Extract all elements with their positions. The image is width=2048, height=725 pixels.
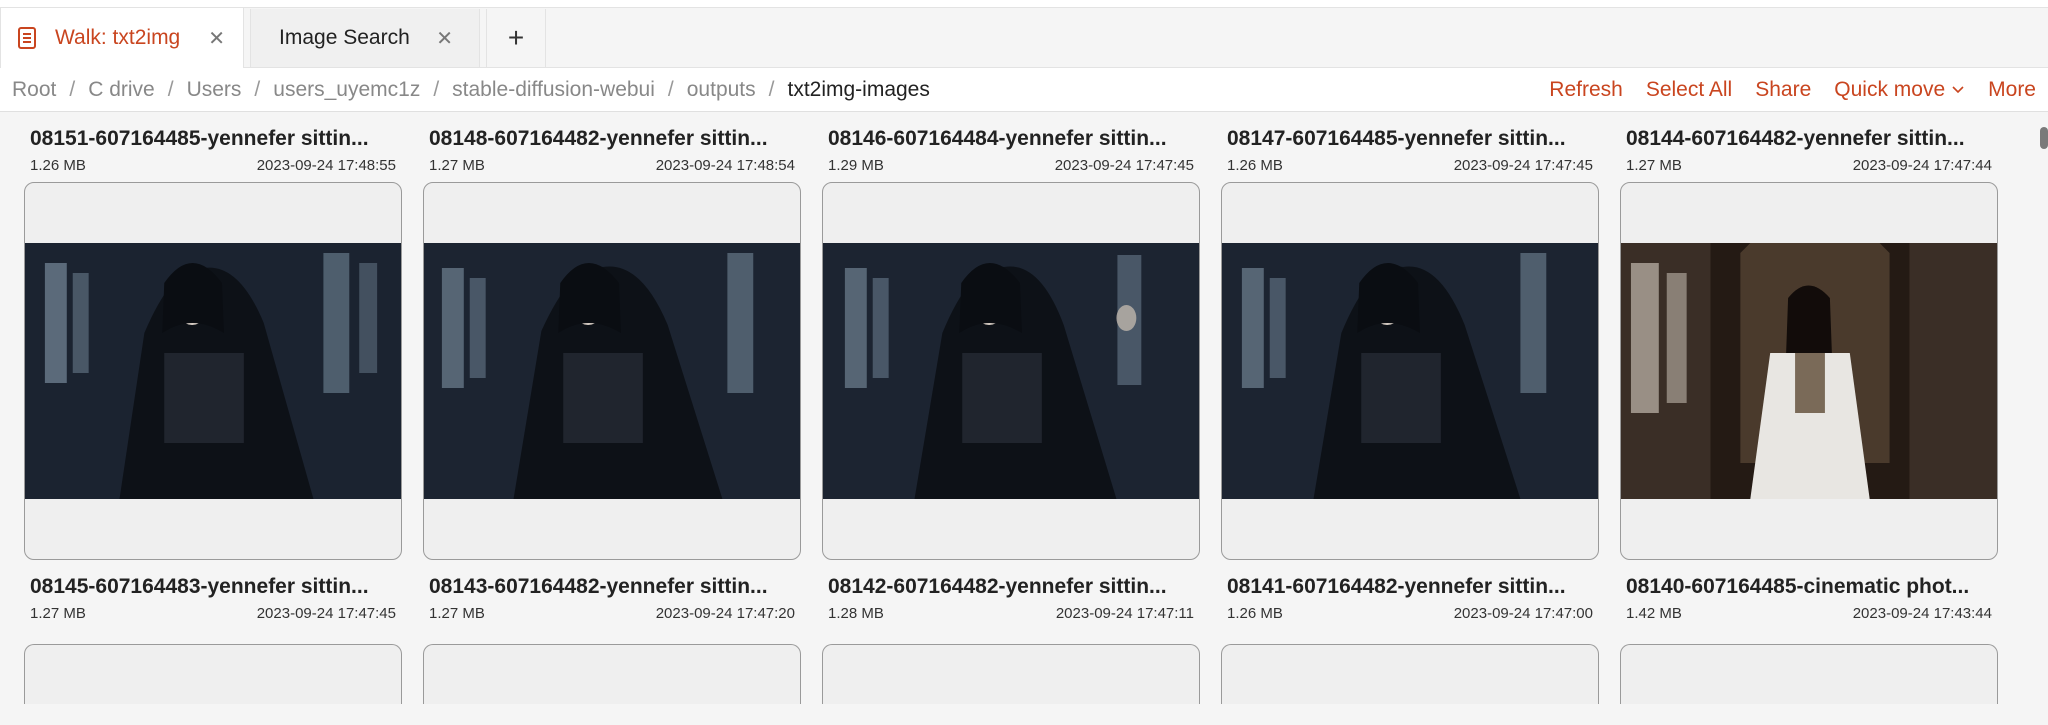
share-button[interactable]: Share	[1755, 78, 1811, 102]
breadcrumb-current[interactable]: txt2img-images	[787, 78, 929, 102]
file-meta[interactable]: 08151-607164485-yennefer sittin... 1.26 …	[24, 127, 402, 182]
file-date: 2023-09-24 17:47:45	[1453, 157, 1593, 174]
file-size: 1.29 MB	[828, 157, 884, 174]
tab-bar: Walk: txt2img ✕ Image Search ✕ +	[0, 8, 2048, 68]
file-size: 1.28 MB	[828, 605, 884, 622]
image-card[interactable]	[1221, 644, 1599, 704]
image-card[interactable]	[423, 182, 801, 560]
breadcrumb-item[interactable]: outputs	[687, 78, 756, 102]
window-top-edge	[0, 0, 2048, 8]
chevron-down-icon	[1952, 85, 1964, 93]
tab-image-search[interactable]: Image Search ✕	[250, 9, 481, 67]
tab-label: Image Search	[279, 26, 410, 49]
close-icon[interactable]: ✕	[208, 26, 225, 51]
file-date: 2023-09-24 17:47:00	[1453, 605, 1593, 622]
close-icon[interactable]: ✕	[436, 26, 453, 51]
image-card[interactable]	[24, 644, 402, 704]
file-meta[interactable]: 08142-607164482-yennefer sittin... 1.28 …	[822, 575, 1200, 630]
file-size: 1.27 MB	[1626, 157, 1682, 174]
breadcrumb-item[interactable]: stable-diffusion-webui	[452, 78, 655, 102]
image-card[interactable]	[1221, 182, 1599, 560]
file-name: 08144-607164482-yennefer sittin...	[1626, 127, 1965, 150]
file-date: 2023-09-24 17:43:44	[1852, 605, 1992, 622]
path-toolbar: Root / C drive / Users / users_uyemc1z / sta…	[0, 68, 2048, 112]
vertical-scrollbar[interactable]	[2040, 127, 2048, 149]
add-tab-button[interactable]: +	[486, 9, 547, 67]
thumbnail-row-partial	[24, 644, 2024, 704]
file-size: 1.27 MB	[429, 605, 485, 622]
refresh-button[interactable]: Refresh	[1549, 78, 1623, 102]
file-meta[interactable]: 08147-607164485-yennefer sittin... 1.26 …	[1221, 127, 1599, 182]
file-name: 08146-607164484-yennefer sittin...	[828, 127, 1167, 150]
breadcrumb: Root / C drive / Users / users_uyemc1z / sta…	[12, 77, 930, 102]
file-name: 08145-607164483-yennefer sittin...	[30, 575, 369, 598]
file-meta[interactable]: 08143-607164482-yennefer sittin... 1.27 …	[423, 575, 801, 630]
more-button[interactable]: More	[1988, 78, 2036, 102]
image-thumbnail	[424, 243, 800, 499]
file-date: 2023-09-24 17:47:45	[256, 605, 396, 622]
quick-move-dropdown[interactable]: Quick move	[1834, 78, 1965, 102]
tab-walk-txt2img[interactable]: Walk: txt2img ✕	[0, 8, 245, 68]
breadcrumb-item[interactable]: users_uyemc1z	[273, 78, 420, 102]
file-meta[interactable]: 08148-607164482-yennefer sittin... 1.27 …	[423, 127, 801, 182]
file-size: 1.27 MB	[30, 605, 86, 622]
image-thumbnail	[1222, 243, 1598, 499]
file-date: 2023-09-24 17:47:20	[655, 605, 795, 622]
file-meta[interactable]: 08141-607164482-yennefer sittin... 1.26 …	[1221, 575, 1599, 630]
file-date: 2023-09-24 17:48:54	[655, 157, 795, 174]
file-size: 1.42 MB	[1626, 605, 1682, 622]
file-list-icon	[17, 26, 37, 50]
image-thumbnail	[823, 243, 1199, 499]
breadcrumb-item[interactable]: C drive	[88, 78, 155, 102]
file-name: 08147-607164485-yennefer sittin...	[1227, 127, 1566, 150]
file-grid: 08151-607164485-yennefer sittin... 1.26 …	[0, 112, 2048, 704]
thumbnail-row	[24, 182, 2024, 560]
toolbar-actions: Refresh Select All Share Quick move More	[1549, 78, 2036, 102]
file-name: 08142-607164482-yennefer sittin...	[828, 575, 1167, 598]
file-date: 2023-09-24 17:47:44	[1852, 157, 1992, 174]
file-meta[interactable]: 08144-607164482-yennefer sittin... 1.27 …	[1620, 127, 1998, 182]
file-name: 08140-607164485-cinematic phot...	[1626, 575, 1970, 598]
breadcrumb-item[interactable]: Users	[187, 78, 242, 102]
file-name: 08148-607164482-yennefer sittin...	[429, 127, 768, 150]
file-size: 1.26 MB	[1227, 157, 1283, 174]
file-date: 2023-09-24 17:47:45	[1054, 157, 1194, 174]
file-name: 08141-607164482-yennefer sittin...	[1227, 575, 1566, 598]
file-size: 1.26 MB	[1227, 605, 1283, 622]
file-meta[interactable]: 08140-607164485-cinematic phot... 1.42 M…	[1620, 575, 1998, 630]
file-date: 2023-09-24 17:48:55	[256, 157, 396, 174]
image-thumbnail	[1621, 243, 1997, 499]
quick-move-label: Quick move	[1834, 77, 1946, 101]
image-card[interactable]	[1620, 182, 1998, 560]
file-meta[interactable]: 08146-607164484-yennefer sittin... 1.29 …	[822, 127, 1200, 182]
file-name: 08143-607164482-yennefer sittin...	[429, 575, 768, 598]
file-date: 2023-09-24 17:47:11	[1055, 605, 1194, 622]
file-meta[interactable]: 08145-607164483-yennefer sittin... 1.27 …	[24, 575, 402, 630]
file-meta-row: 08151-607164485-yennefer sittin... 1.26 …	[24, 112, 2024, 182]
breadcrumb-item[interactable]: Root	[12, 78, 56, 102]
select-all-button[interactable]: Select All	[1646, 78, 1732, 102]
plus-icon: +	[507, 22, 525, 53]
file-size: 1.27 MB	[429, 157, 485, 174]
image-thumbnail	[25, 243, 401, 499]
image-card[interactable]	[1620, 644, 1998, 704]
image-card[interactable]	[24, 182, 402, 560]
image-card[interactable]	[822, 644, 1200, 704]
file-name: 08151-607164485-yennefer sittin...	[30, 127, 369, 150]
file-meta-row: 08145-607164483-yennefer sittin... 1.27 …	[24, 560, 2024, 630]
image-card[interactable]	[822, 182, 1200, 560]
file-size: 1.26 MB	[30, 157, 86, 174]
image-card[interactable]	[423, 644, 801, 704]
tab-label: Walk: txt2img	[55, 26, 181, 49]
